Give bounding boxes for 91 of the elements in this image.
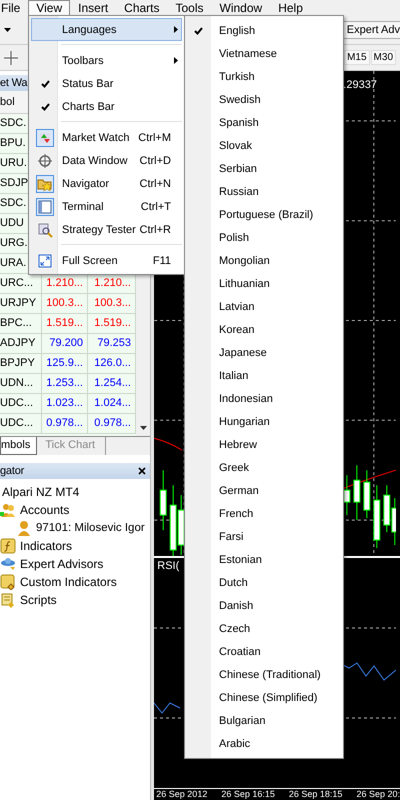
menu-item[interactable]: Slovak: [185, 134, 343, 157]
menu-item[interactable]: Greek: [185, 456, 343, 479]
rsi-line: [154, 702, 181, 714]
submenu-arrow-icon: [174, 26, 178, 33]
tree-item[interactable]: Indicators: [20, 539, 72, 553]
timeframe-button[interactable]: M30: [370, 50, 396, 65]
symbol-cell: ADJPY: [0, 334, 42, 354]
bid-cell: 1.519...: [42, 314, 88, 334]
menu-item[interactable]: Vietnamese: [185, 42, 343, 65]
time-axis-label: 26 Sep 2012: [156, 789, 208, 800]
person-icon: [16, 520, 32, 536]
menu-item[interactable]: Window: [212, 0, 270, 16]
menu-item[interactable]: Hebrew: [185, 433, 343, 456]
menu-item[interactable]: Spanish: [185, 111, 343, 134]
menu-item[interactable]: Indonesian: [185, 387, 343, 410]
tree-item-icon: [0, 556, 16, 572]
menu-item[interactable]: Turkish: [185, 65, 343, 88]
time-axis-label: 26 Sep 20:: [356, 789, 400, 800]
time-axis-label: 26 Sep 18:15: [288, 789, 342, 800]
bid-cell: 79.200: [42, 334, 88, 354]
menu-item[interactable]: Charts: [116, 0, 168, 16]
menu-item[interactable]: Bulgarian: [185, 709, 343, 732]
bid-cell: 125.9...: [42, 354, 88, 374]
bid-cell: 1.253...: [42, 374, 88, 394]
submenu-arrow-icon: [174, 57, 178, 64]
menu-item[interactable]: Italian: [185, 364, 343, 387]
menu-item[interactable]: Polish: [185, 226, 343, 249]
price-label: .29337: [343, 79, 377, 91]
menu-item[interactable]: Mongolian: [185, 249, 343, 272]
tree-item-icon: [0, 502, 16, 518]
symbol-cell: URJPY: [0, 294, 42, 314]
menu-item[interactable]: Arabic: [185, 732, 343, 755]
tree-item-icon: [0, 574, 16, 590]
menu-item[interactable]: German: [185, 479, 343, 502]
candlestick: [160, 470, 167, 531]
menu-item[interactable]: English: [185, 19, 343, 42]
menu-item[interactable]: Japanese: [185, 341, 343, 364]
menu-item[interactable]: File: [0, 0, 28, 16]
menu-item[interactable]: Insert: [70, 0, 116, 16]
symbol-cell: BPC...: [0, 314, 42, 334]
menu-item[interactable]: Chinese (Simplified): [185, 686, 343, 709]
symbol-cell: UDC...: [0, 414, 42, 434]
tree-item[interactable]: Accounts: [20, 503, 70, 517]
tree-item[interactable]: Expert Advisors: [20, 557, 104, 571]
menu-item[interactable]: Dutch: [185, 571, 343, 594]
menu-item[interactable]: French: [185, 502, 343, 525]
menu-item[interactable]: Swedish: [185, 88, 343, 111]
menu-item[interactable]: Lithuanian: [185, 272, 343, 295]
menu-item[interactable]: Toolbars: [31, 49, 182, 72]
menu-item[interactable]: Russian: [185, 180, 343, 203]
menu-item[interactable]: Korean: [185, 318, 343, 341]
bid-cell: 0.978...: [42, 414, 88, 434]
time-axis-label: 26 Sep 16:15: [221, 789, 275, 800]
menu-item[interactable]: Farsi: [185, 525, 343, 548]
tree-item-icon: [0, 592, 16, 608]
menu-item[interactable]: Hungarian: [185, 410, 343, 433]
panel-tab[interactable]: mbols: [0, 437, 38, 455]
candlestick: [354, 464, 361, 521]
menu-item[interactable]: Serbian: [185, 157, 343, 180]
symbol-cell: UDC...: [0, 394, 42, 414]
symbol-cell: UDN...: [0, 374, 42, 394]
symbol-cell: BPJPY: [0, 354, 42, 374]
menu-item[interactable]: Danish: [185, 594, 343, 617]
bid-cell: 100.3...: [42, 294, 88, 314]
tree-item[interactable]: Alpari NZ MT4: [2, 485, 80, 499]
crosshair-icon[interactable]: [4, 50, 18, 64]
close-icon[interactable]: [138, 467, 146, 475]
menu-item[interactable]: Help: [270, 0, 311, 16]
tree-item[interactable]: 97101: Milosevic Igor: [36, 522, 145, 534]
candlestick: [364, 470, 371, 519]
bid-cell: 1.023...: [42, 394, 88, 414]
moving-average-line: [154, 438, 183, 451]
tree-item[interactable]: Custom Indicators: [20, 575, 117, 589]
menu-item[interactable]: Portuguese (Brazil): [185, 203, 343, 226]
tree-item-icon: [0, 538, 16, 554]
menu-item[interactable]: Languages: [31, 18, 182, 41]
menu-item[interactable]: Chinese (Traditional): [185, 663, 343, 686]
timeframe-button[interactable]: M15: [344, 50, 370, 65]
menu-item[interactable]: Latvian: [185, 295, 343, 318]
scroll-down-arrow-icon[interactable]: [140, 426, 146, 430]
dropdown-arrow-icon[interactable]: [4, 28, 11, 32]
tree-item[interactable]: Scripts: [20, 593, 57, 607]
expert-advisors-button[interactable]: Expert Adv: [342, 21, 400, 39]
candlestick: [344, 474, 351, 516]
menu-item[interactable]: Estonian: [185, 548, 343, 571]
panel-title: gator: [0, 464, 24, 479]
menu-item[interactable]: Czech: [185, 617, 343, 640]
menu-item[interactable]: Tools: [168, 0, 212, 16]
menu-item[interactable]: Croatian: [185, 640, 343, 663]
candlestick: [374, 484, 381, 549]
indicator-label: RSI(: [157, 560, 180, 572]
